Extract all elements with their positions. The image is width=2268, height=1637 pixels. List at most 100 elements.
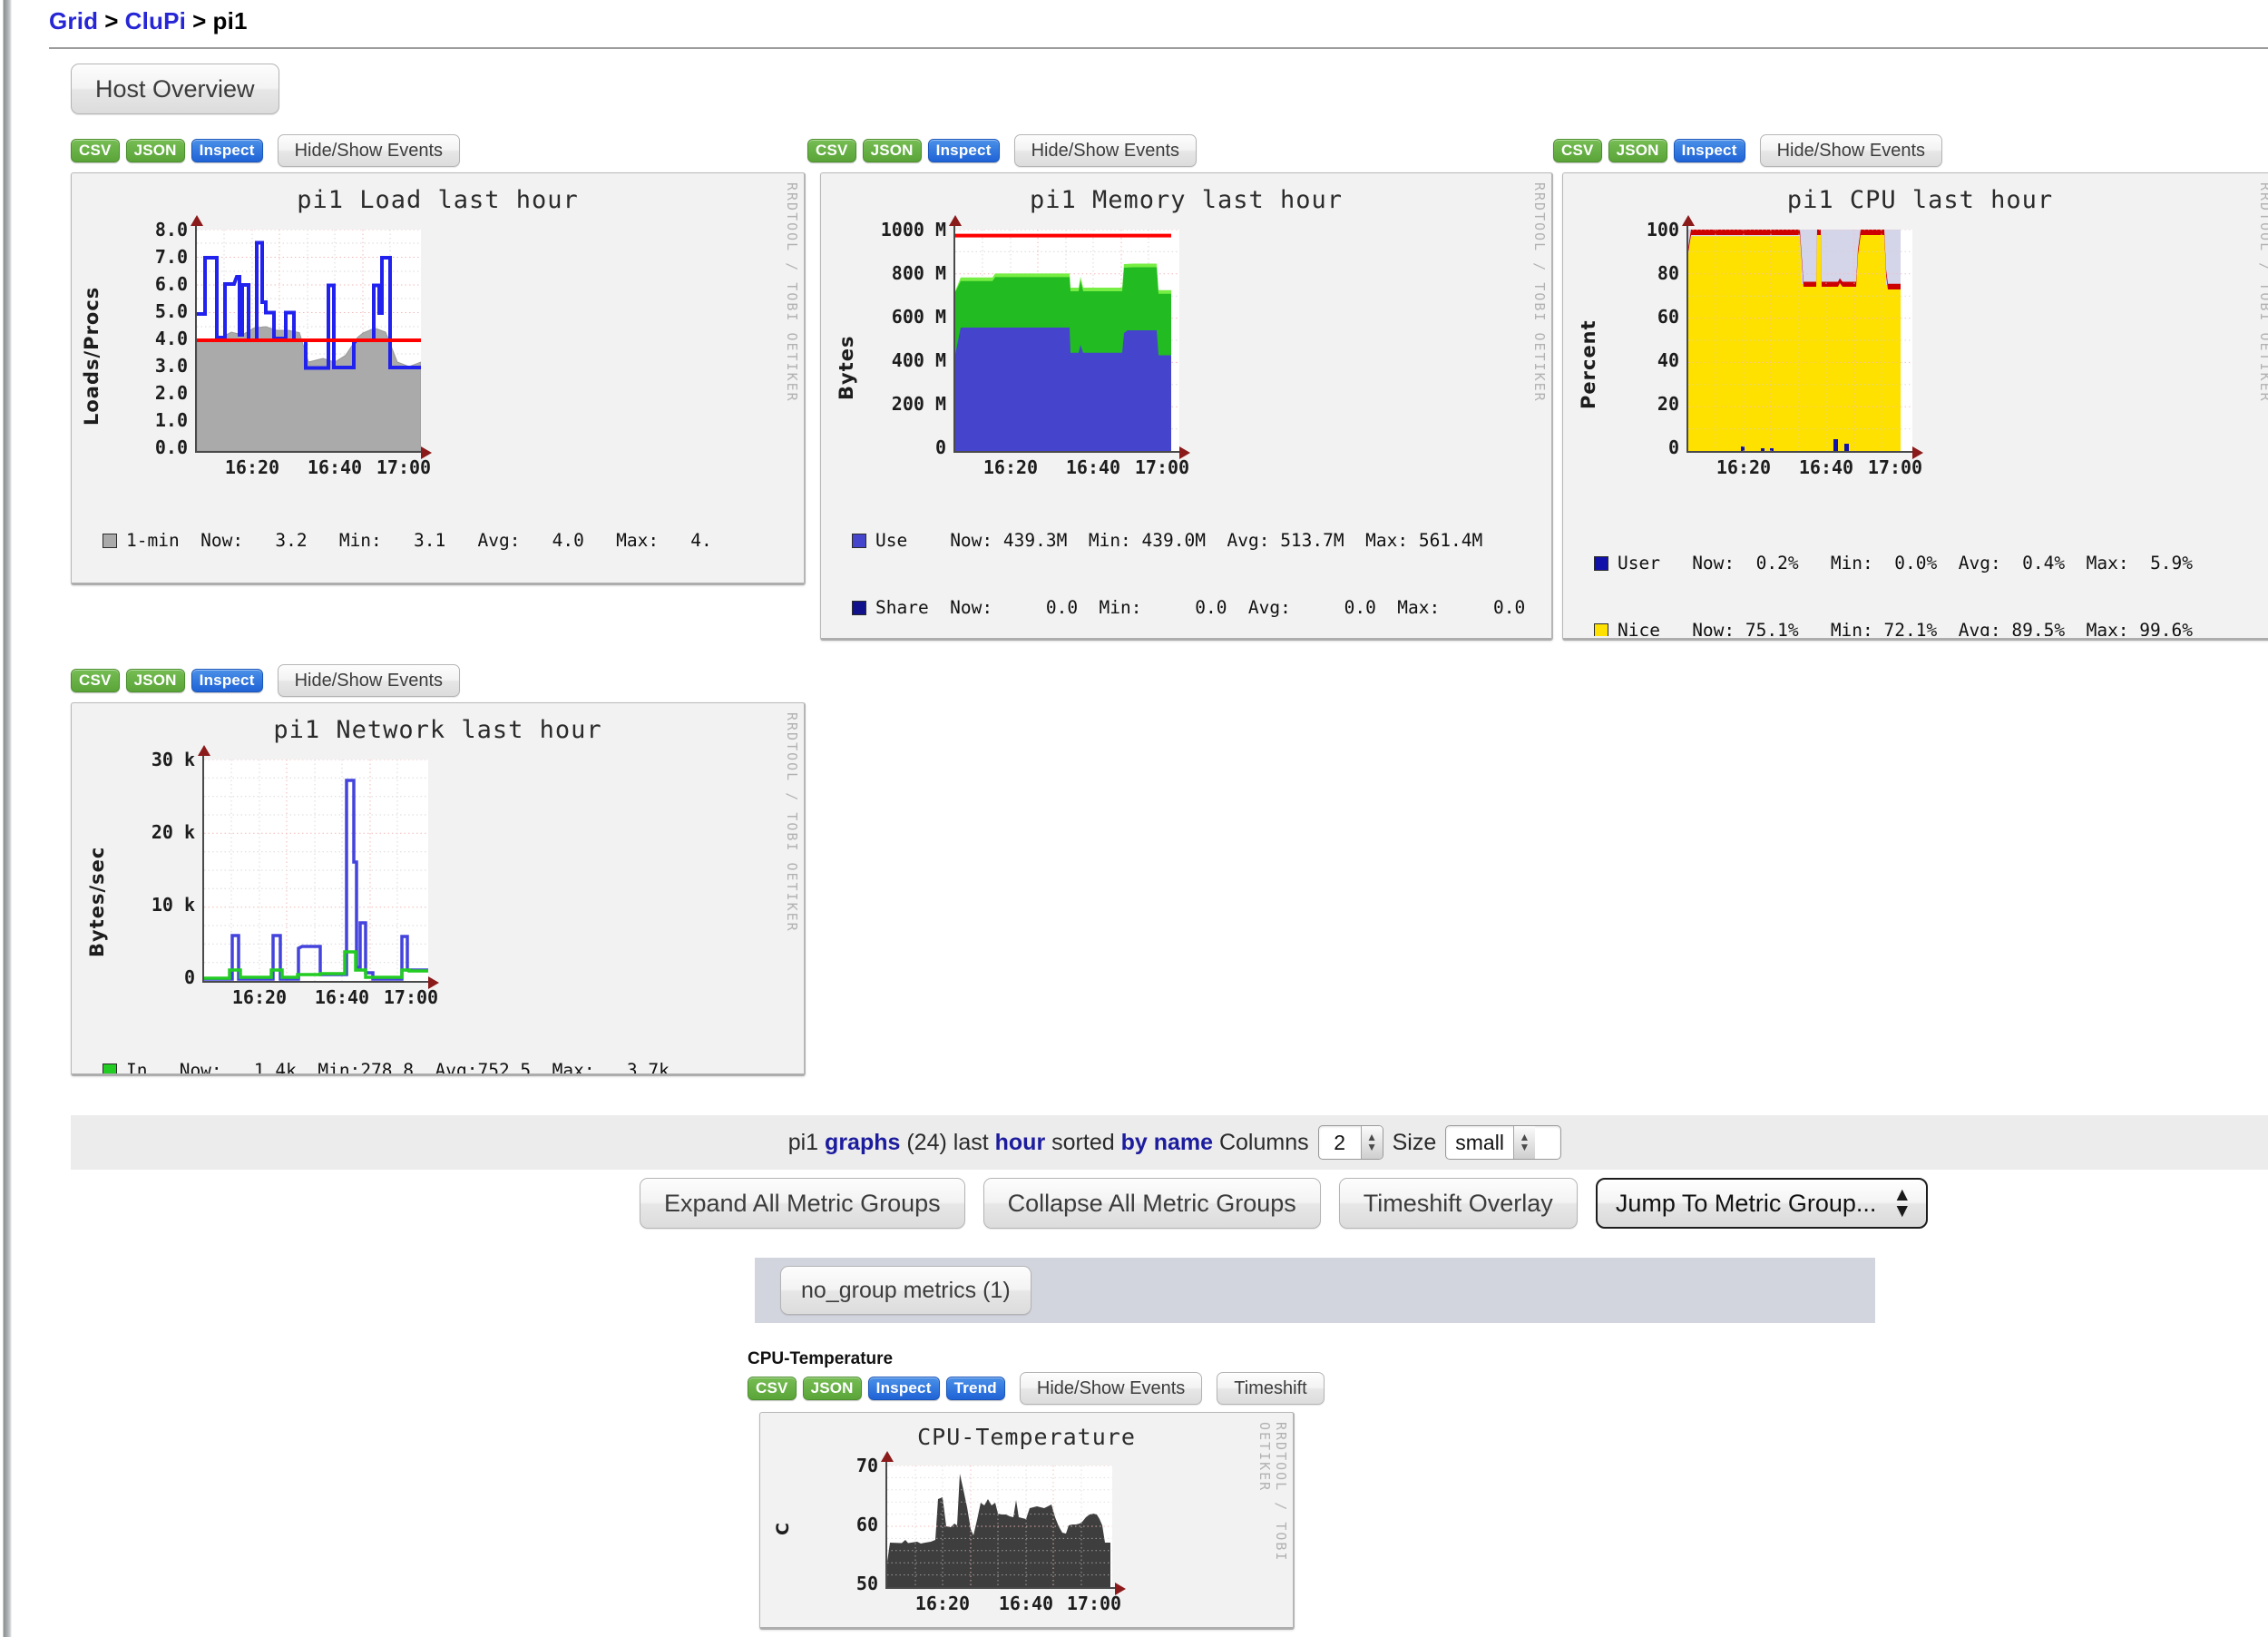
cpu-legend-avg-1: 89.5%: [2011, 620, 2066, 636]
size-select[interactable]: small ▲ ▼: [1445, 1125, 1562, 1160]
csv-badge[interactable]: CSV: [807, 139, 856, 162]
load-x-axis: [195, 451, 422, 453]
metric-group-actions: Expand All Metric Groups Collapse All Me…: [640, 1178, 1929, 1229]
midbar-graphs-word: graphs: [825, 1129, 901, 1155]
breadcrumb-grid-link[interactable]: Grid: [49, 7, 98, 34]
graph-card-memory[interactable]: pi1 Memory last hour RRDTOOL / TOBI OETI…: [820, 172, 1553, 641]
memory-x-axis: [953, 451, 1180, 453]
json-badge[interactable]: JSON: [125, 139, 185, 162]
load-xtick-2: 17:00: [376, 456, 432, 478]
rrdtool-watermark: RRDTOOL / TOBI OETIKER: [1531, 182, 1548, 403]
network-xtick-1: 16:40: [314, 986, 370, 1008]
rrdtool-watermark: RRDTOOL / TOBI OETIKER: [784, 712, 800, 933]
load-ytick-5: 5.0: [154, 300, 188, 322]
timeshift-overlay-button[interactable]: Timeshift Overlay: [1338, 1178, 1578, 1229]
cpu-plot-svg: [1688, 230, 1912, 451]
hide-show-events-button[interactable]: Hide/Show Events: [1013, 134, 1197, 167]
memory-y-ticks: 0 200 M 400 M 600 M 800 M 1000 M: [846, 219, 946, 458]
cpu-temperature-graph-title: CPU-Temperature: [917, 1424, 1136, 1450]
hide-show-events-button[interactable]: Hide/Show Events: [1019, 1372, 1203, 1405]
memory-xtick-2: 17:00: [1134, 456, 1190, 478]
memory-ytick-5: 1000 M: [880, 219, 946, 240]
trend-badge[interactable]: Trend: [945, 1377, 1005, 1400]
no-group-metrics-toggle[interactable]: no_group metrics (1): [780, 1266, 1031, 1315]
inspect-badge[interactable]: Inspect: [1673, 139, 1745, 162]
memory-legend-name-0: Use: [875, 530, 908, 551]
jump-to-metric-group-select[interactable]: Jump To Metric Group... ▲ ▼: [1595, 1178, 1929, 1229]
collapse-all-metric-groups-button[interactable]: Collapse All Metric Groups: [982, 1178, 1321, 1229]
graph-card-load[interactable]: pi1 Load last hour RRDTOOL / TOBI OETIKE…: [71, 172, 806, 585]
midbar-sort-by[interactable]: by name: [1121, 1130, 1213, 1156]
load-ytick-7: 7.0: [154, 246, 188, 268]
memory-ytick-1: 200 M: [891, 393, 946, 415]
network-ytick-0: 0: [183, 966, 195, 988]
memory-y-axis-arrow: [949, 215, 962, 226]
breadcrumb-cluster-link[interactable]: CluPi: [125, 7, 186, 34]
memory-ytick-3: 600 M: [891, 306, 946, 328]
cpu-y-ticks: 0 20 40 60 80 100: [1598, 219, 1679, 458]
cpu-temperature-plot-svg: [887, 1465, 1112, 1587]
hide-show-events-button[interactable]: Hide/Show Events: [1759, 134, 1942, 167]
columns-stepper[interactable]: 2 ▲ ▼: [1317, 1125, 1383, 1160]
cpu-legend: User Now: 0.2% Min: 0.0% Avg: 0.4% Max: …: [1581, 509, 2268, 636]
expand-all-metric-groups-button[interactable]: Expand All Metric Groups: [640, 1178, 965, 1229]
columns-value[interactable]: 2: [1319, 1126, 1361, 1159]
cpu-legend-min-1: 72.1%: [1883, 620, 1938, 636]
cpu-xtick-1: 16:40: [1798, 456, 1854, 478]
hide-show-events-button[interactable]: Hide/Show Events: [277, 664, 460, 697]
cpu-legend-row: User Now: 0.2% Min: 0.0% Avg: 0.4% Max: …: [1594, 551, 2268, 576]
network-xtick-0: 16:20: [231, 986, 288, 1008]
size-value[interactable]: small: [1446, 1126, 1513, 1159]
graph-card-cpu[interactable]: pi1 CPU last hour RRDTOOL / TOBI OETIKER…: [1562, 172, 2268, 641]
host-overview-button[interactable]: Host Overview: [71, 64, 279, 114]
rrdtool-watermark: RRDTOOL / TOBI OETIKER: [1256, 1422, 1289, 1563]
cpu-legend-now-1: 75.1%: [1745, 620, 1799, 636]
load-legend-avg-0: 4.0: [552, 530, 584, 551]
midbar-range[interactable]: hour: [995, 1130, 1046, 1156]
load-ytick-2: 2.0: [154, 382, 188, 404]
cpu-legend-name-1: Nice: [1618, 620, 1660, 636]
inspect-badge[interactable]: Inspect: [867, 1377, 940, 1400]
memory-legend-max-0: 561.4M: [1418, 530, 1483, 551]
memory-x-ticks: 16:20 16:40 17:00: [955, 456, 1189, 480]
inspect-badge[interactable]: Inspect: [191, 139, 263, 162]
csv-badge[interactable]: CSV: [71, 139, 120, 162]
json-badge[interactable]: JSON: [125, 669, 185, 692]
memory-legend-max-1: 0.0: [1492, 597, 1526, 619]
inspect-badge[interactable]: Inspect: [191, 669, 263, 692]
graphs-control-bar: pi1 graphs (24) last hour sorted by name…: [71, 1115, 2268, 1170]
network-legend-name-0: In: [126, 1060, 148, 1076]
memory-legend-row: Use Now: 439.3M Min: 439.0M Avg: 513.7M …: [852, 528, 1551, 554]
cpu-legend-max-1: 99.6%: [2139, 620, 2193, 636]
load-legend: 1-min Now: 3.2 Min: 3.1 Avg: 4.0 Max: 4.…: [90, 486, 803, 577]
size-select-arrows[interactable]: ▲ ▼: [1512, 1126, 1535, 1159]
memory-legend-avg-0: 513.7M: [1280, 530, 1344, 551]
timeshift-button[interactable]: Timeshift: [1217, 1372, 1325, 1405]
memory-legend-now-1: 0.0: [1045, 597, 1079, 619]
cpu-plot-area: [1688, 230, 1912, 451]
csv-badge[interactable]: CSV: [71, 669, 120, 692]
columns-stepper-arrows[interactable]: ▲ ▼: [1360, 1126, 1383, 1159]
inspect-badge[interactable]: Inspect: [927, 139, 1000, 162]
cpu-temperature-x-ticks: 16:20 16:40 17:00: [887, 1593, 1121, 1616]
json-badge[interactable]: JSON: [1608, 139, 1667, 162]
memory-series-use: [955, 328, 1171, 451]
csv-badge[interactable]: CSV: [748, 1377, 797, 1400]
rrdtool-watermark: RRDTOOL / TOBI OETIKER: [2257, 182, 2268, 403]
graph-card-network[interactable]: pi1 Network last hour RRDTOOL / TOBI OET…: [71, 702, 806, 1076]
legend-swatch-use: [852, 534, 866, 548]
json-badge[interactable]: JSON: [802, 1377, 862, 1400]
memory-legend-row: Share Now: 0.0 Min: 0.0 Avg: 0.0 Max: 0.…: [852, 595, 1551, 621]
network-y-axis-label: Bytes/sec: [86, 846, 108, 957]
jump-to-metric-group-label: Jump To Metric Group...: [1615, 1189, 1877, 1217]
legend-swatch-user: [1594, 556, 1608, 571]
graph-card-cpu-temperature[interactable]: CPU-Temperature RRDTOOL / TOBI OETIKER C…: [759, 1412, 1295, 1630]
json-badge[interactable]: JSON: [862, 139, 922, 162]
hide-show-events-button[interactable]: Hide/Show Events: [277, 134, 460, 167]
no-group-metrics-bar: no_group metrics (1): [755, 1258, 1875, 1323]
network-x-ticks: 16:20 16:40 17:00: [204, 986, 438, 1010]
memory-legend-name-1: Share: [875, 597, 929, 619]
csv-badge[interactable]: CSV: [1553, 139, 1602, 162]
cpu-legend-row: Nice Now: 75.1% Min: 72.1% Avg: 89.5% Ma…: [1594, 618, 2268, 636]
load-x-ticks: 16:20 16:40 17:00: [197, 456, 431, 480]
